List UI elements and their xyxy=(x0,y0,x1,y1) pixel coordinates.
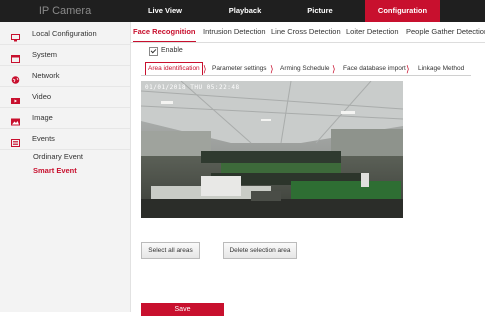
chevron-right-icon: ⟩ xyxy=(203,64,207,74)
select-all-areas-button[interactable]: Select all areas xyxy=(141,242,200,259)
sidebar-item-events[interactable]: Events xyxy=(0,129,130,150)
video-preview[interactable]: 01/01/2018 THU 05:22:48 xyxy=(141,81,403,218)
enable-label: Enable xyxy=(161,47,183,54)
subtab-face-database-import[interactable]: Face database import xyxy=(343,63,406,75)
sidebar-item-label: Image xyxy=(32,113,53,122)
sidebar-subitem-smart-event[interactable]: Smart Event xyxy=(33,164,77,178)
sub-tabs: Area identification ⟩ Parameter settings… xyxy=(141,62,471,76)
sidebar-item-system[interactable]: System xyxy=(0,45,130,66)
enable-checkbox[interactable] xyxy=(149,47,158,56)
video-icon xyxy=(11,93,20,104)
sidebar-subitem-ordinary-event[interactable]: Ordinary Event xyxy=(33,150,83,164)
nav-configuration[interactable]: Configuration xyxy=(365,0,440,22)
chevron-right-icon: ⟩ xyxy=(332,64,336,74)
sidebar-item-label: System xyxy=(32,50,58,59)
subtab-parameter-settings[interactable]: Parameter settings xyxy=(212,63,267,75)
subtab-area-identification[interactable]: Area identification xyxy=(145,62,203,75)
sidebar-item-label: Events xyxy=(32,134,55,143)
nav-playback[interactable]: Playback xyxy=(215,0,275,22)
video-timestamp: 01/01/2018 THU 05:22:48 xyxy=(145,84,240,91)
chevron-right-icon: ⟩ xyxy=(270,64,274,74)
sidebar-item-label: Video xyxy=(32,92,52,101)
tab-intrusion-detection[interactable]: Intrusion Detection xyxy=(203,22,266,42)
sidebar-item-network[interactable]: Network xyxy=(0,66,130,87)
top-navigation-bar: IP Camera Live View Playback Picture Con… xyxy=(0,0,485,22)
image-icon xyxy=(11,114,20,126)
delete-selection-area-button[interactable]: Delete selection area xyxy=(223,242,297,259)
network-globe-icon xyxy=(11,72,20,84)
sidebar-item-label: Network xyxy=(32,71,60,80)
sidebar-item-local-configuration[interactable]: Local Configuration xyxy=(0,24,130,45)
sidebar-item-label: Local Configuration xyxy=(32,29,97,38)
tab-loiter-detection[interactable]: Loiter Detection xyxy=(346,22,399,42)
sidebar: Local Configuration System Network Video… xyxy=(0,22,131,312)
nav-live-view[interactable]: Live View xyxy=(130,0,200,22)
nav-picture[interactable]: Picture xyxy=(285,0,355,22)
events-icon xyxy=(11,135,20,147)
chevron-right-icon: ⟩ xyxy=(406,64,410,74)
system-icon xyxy=(11,51,20,63)
monitor-icon xyxy=(11,30,20,42)
brand-title: IP Camera xyxy=(38,5,92,17)
tab-people-gather-detection[interactable]: People Gather Detection xyxy=(406,22,485,42)
sidebar-item-video[interactable]: Video xyxy=(0,87,130,108)
office-scene-image xyxy=(141,81,403,218)
tab-face-recognition[interactable]: Face Recognition xyxy=(133,22,196,42)
save-button[interactable]: Save xyxy=(141,303,224,316)
sidebar-item-image[interactable]: Image xyxy=(0,108,130,129)
subtab-arming-schedule[interactable]: Arming Schedule xyxy=(280,63,330,75)
subtab-linkage-method[interactable]: Linkage Method xyxy=(418,63,464,75)
main-tabs: Face Recognition Intrusion Detection Lin… xyxy=(130,22,485,43)
tab-line-cross-detection[interactable]: Line Cross Detection xyxy=(271,22,341,42)
